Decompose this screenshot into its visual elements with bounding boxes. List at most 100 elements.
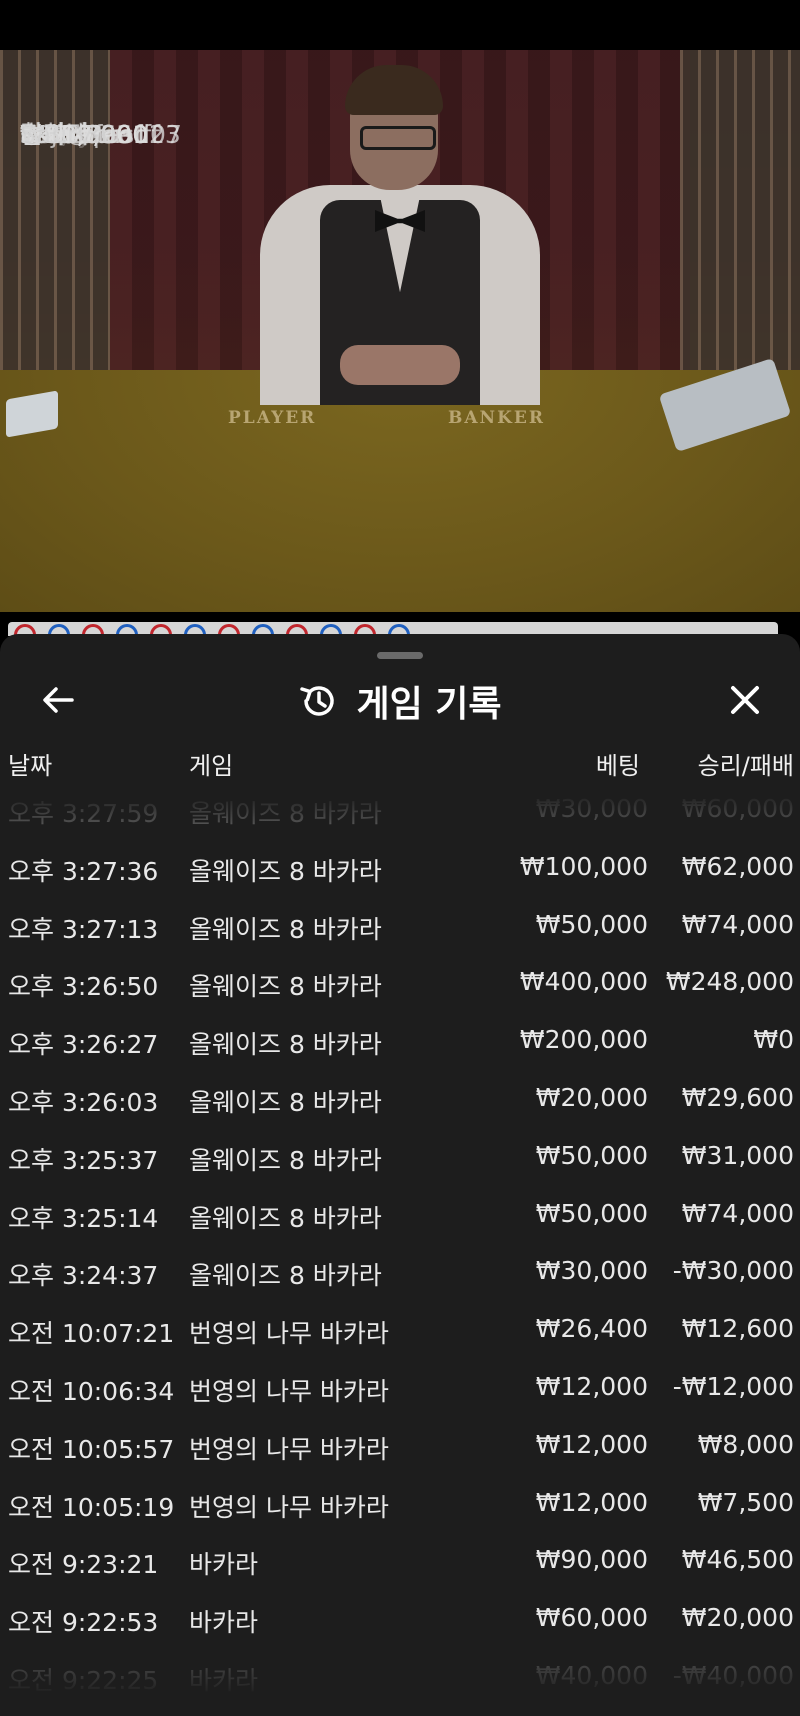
history-row[interactable]: 오전 10:07:21 번영의 나무 바카라 ₩26,400 ₩12,600	[0, 1302, 800, 1360]
history-game: 번영의 나무 바카라	[189, 1492, 389, 1522]
history-date: 오후 3:27:36	[8, 856, 159, 886]
history-game: 올웨이즈 8 바카라	[189, 856, 382, 886]
history-bet: ₩50,000	[535, 1198, 648, 1228]
history-bet: ₩12,000	[535, 1429, 648, 1459]
history-row[interactable]: 오후 3:27:13 올웨이즈 8 바카라 ₩50,000 ₩74,000	[0, 898, 800, 956]
history-game: 올웨이즈 8 바카라	[189, 1088, 382, 1117]
column-header-result: 승리/패배	[697, 752, 794, 780]
history-result: ₩20,000	[681, 1603, 794, 1633]
history-row[interactable]: 오전 9:23:21 바카라 ₩90,000 ₩46,500	[0, 1533, 800, 1591]
history-bet: ₩90,000	[535, 1545, 648, 1575]
history-date: 오후 3:27:13	[8, 914, 159, 944]
history-result: ₩29,600	[681, 1083, 794, 1112]
history-row[interactable]: 오후 3:27:36 올웨이즈 8 바카라 ₩100,000 ₩62,000	[0, 840, 800, 898]
history-game: 올웨이즈 8 바카라	[189, 1261, 382, 1291]
history-bet: ₩20,000	[535, 1083, 648, 1112]
history-game: 올웨이즈 8 바카라	[189, 1145, 382, 1175]
history-date: 오후 3:25:14	[8, 1203, 159, 1233]
history-result: ₩74,000	[681, 909, 794, 939]
history-result: ₩12,600	[681, 1314, 794, 1344]
history-date: 오후 3:24:37	[8, 1261, 159, 1291]
history-result: ₩60,000	[681, 794, 794, 823]
arrow-left-icon	[43, 687, 74, 713]
history-row[interactable]: 오전 10:06:34 번영의 나무 바카라 ₩12,000 -₩12,000	[0, 1360, 800, 1418]
column-header-game: 게임	[189, 752, 234, 780]
history-date: 오후 3:26:03	[8, 1088, 159, 1117]
history-date: 오전 9:23:21	[8, 1550, 159, 1580]
history-bet: ₩12,000	[535, 1487, 648, 1517]
history-bet: ₩40,000	[535, 1661, 648, 1690]
close-icon	[731, 686, 759, 714]
history-row[interactable]: 오전 9:22:25 바카라 ₩40,000 -₩40,000	[0, 1649, 800, 1707]
history-date: 오후 3:25:37	[8, 1145, 159, 1175]
close-button[interactable]	[723, 678, 767, 722]
column-header-bet: 베팅	[595, 752, 640, 780]
history-game: 올웨이즈 8 바카라	[189, 1203, 382, 1233]
history-bet: ₩200,000	[519, 1025, 648, 1055]
history-bet: ₩30,000	[535, 1256, 648, 1286]
lattice-screen-left	[0, 50, 110, 380]
chat-entry: ₩3,330 Saurya	[20, 108, 800, 166]
history-result: ₩7,500	[697, 1487, 794, 1517]
history-row[interactable]: 오후 3:26:03 올웨이즈 8 바카라 ₩20,000 ₩29,600	[0, 1071, 800, 1129]
history-game: 번영의 나무 바카라	[189, 1377, 389, 1406]
back-button[interactable]	[36, 678, 80, 722]
history-date: 오전 10:05:57	[8, 1434, 175, 1464]
game-history-panel: 게임 기록 날짜 게임 베팅 승리/패배 오후 3:27:59 올웨이즈 8 바카…	[0, 634, 800, 1716]
history-game: 올웨이즈 8 바카라	[189, 799, 382, 828]
history-bet: ₩50,000	[535, 1140, 648, 1170]
history-result: ₩31,000	[681, 1140, 794, 1170]
history-row[interactable]: 오전 10:05:19 번영의 나무 바카라 ₩12,000 ₩7,500	[0, 1476, 800, 1534]
history-row[interactable]: 오전 9:22:53 바카라 ₩60,000 ₩20,000	[0, 1591, 800, 1649]
history-bet: ₩400,000	[519, 967, 648, 997]
history-bet: ₩12,000	[535, 1372, 648, 1401]
history-game: 올웨이즈 8 바카라	[189, 972, 382, 1002]
history-date: 오전 9:22:25	[8, 1666, 159, 1695]
history-game: 올웨이즈 8 바카라	[189, 1030, 382, 1060]
history-bet: ₩50,000	[535, 909, 648, 939]
banker-area-label: BANKER	[448, 408, 545, 428]
player-area-label: PLAYER	[228, 408, 317, 428]
history-result: -₩30,000	[672, 1256, 794, 1286]
history-row[interactable]: 오후 3:24:37 올웨이즈 8 바카라 ₩30,000 -₩30,000	[0, 1244, 800, 1302]
history-date: 오후 3:26:27	[8, 1030, 159, 1060]
history-date: 오후 3:27:59	[8, 799, 159, 828]
history-icon	[300, 686, 335, 716]
history-result: ₩248,000	[665, 967, 794, 997]
history-table-body[interactable]: 오후 3:27:59 올웨이즈 8 바카라 ₩30,000 ₩60,000 오후 3:2…	[0, 794, 800, 1716]
history-result: -₩40,000	[672, 1661, 794, 1690]
lattice-screen-right	[680, 50, 800, 380]
history-game: 올웨이즈 8 바카라	[189, 914, 382, 944]
live-video-stream[interactable]: PLAYER BANKER ₩280,000 asd07tasd07 ₩150,00…	[0, 50, 800, 612]
history-date: 오전 9:22:53	[8, 1608, 159, 1638]
history-bet: ₩30,000	[535, 794, 648, 823]
history-bet: ₩26,400	[535, 1314, 648, 1344]
history-bet: ₩100,000	[519, 851, 648, 881]
history-result: -₩12,000	[672, 1372, 794, 1401]
history-game: 번영의 나무 바카라	[189, 1319, 389, 1349]
history-result: ₩74,000	[681, 1198, 794, 1228]
panel-title: 게임 기록	[356, 684, 502, 725]
history-bet: ₩60,000	[535, 1603, 648, 1633]
history-row[interactable]: 오후 3:25:37 올웨이즈 8 바카라 ₩50,000 ₩31,000	[0, 1129, 800, 1187]
history-date: 오전 10:06:34	[8, 1377, 175, 1406]
history-row[interactable]: 오전 10:05:57 번영의 나무 바카라 ₩12,000 ₩8,000	[0, 1418, 800, 1476]
history-row[interactable]: 오후 3:26:27 올웨이즈 8 바카라 ₩200,000 ₩0	[0, 1013, 800, 1071]
history-row[interactable]: 오후 3:27:59 올웨이즈 8 바카라 ₩30,000 ₩60,000	[0, 782, 800, 840]
history-game: 바카라	[189, 1608, 259, 1638]
history-row[interactable]: 오후 3:25:14 올웨이즈 8 바카라 ₩50,000 ₩74,000	[0, 1187, 800, 1245]
history-date: 오전 10:05:19	[8, 1492, 175, 1522]
column-header-date: 날짜	[8, 752, 53, 780]
history-result: ₩46,500	[681, 1545, 794, 1575]
history-game: 바카라	[189, 1550, 259, 1580]
drag-handle[interactable]	[377, 652, 423, 659]
history-date: 오후 3:26:50	[8, 972, 159, 1002]
history-game: 번영의 나무 바카라	[189, 1434, 389, 1464]
history-result: ₩8,000	[697, 1429, 794, 1459]
history-date: 오전 10:07:21	[8, 1319, 175, 1349]
history-result: ₩0	[753, 1025, 794, 1055]
history-row[interactable]: 오후 3:26:50 올웨이즈 8 바카라 ₩400,000 ₩248,000	[0, 955, 800, 1013]
status-bar	[0, 0, 800, 50]
chat-username: Saurya	[20, 120, 108, 149]
history-result: ₩62,000	[681, 851, 794, 881]
